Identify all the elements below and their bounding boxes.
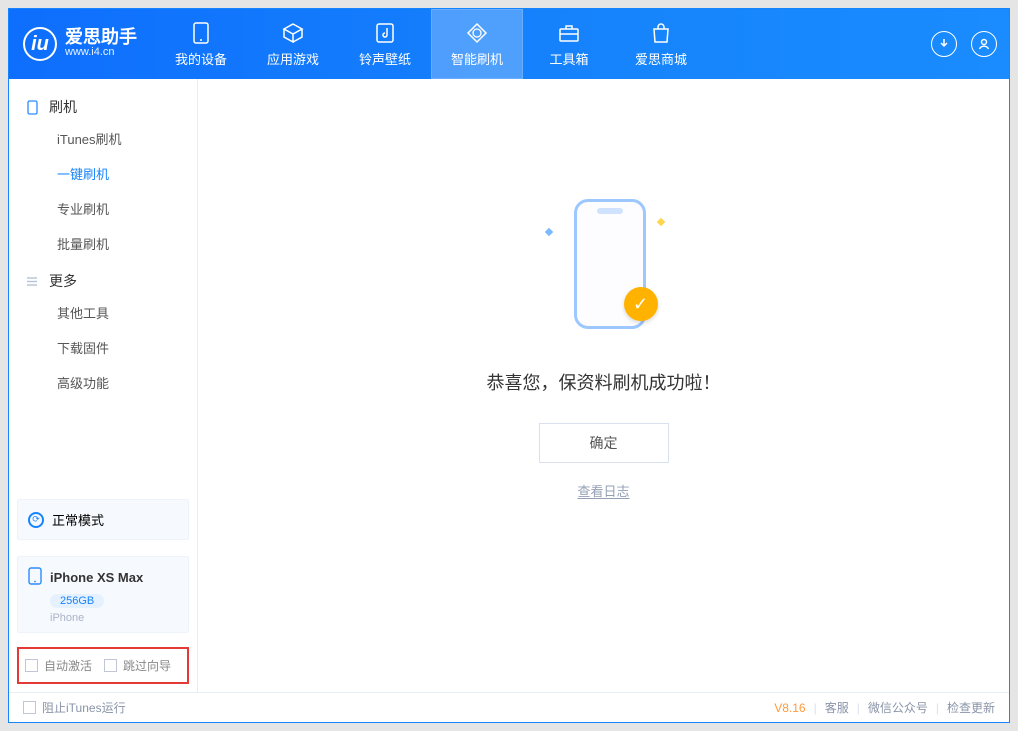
sidebar-group-more: 更多 <box>9 261 197 295</box>
tab-device[interactable]: 我的设备 <box>155 9 247 79</box>
footer: 阻止iTunes运行 V8.16 | 客服 | 微信公众号 | 检查更新 <box>9 692 1009 722</box>
download-button[interactable] <box>931 31 957 57</box>
sidebar-item-download-firmware[interactable]: 下载固件 <box>9 330 197 365</box>
list-icon <box>25 274 39 288</box>
logo[interactable]: iu 爱思助手 www.i4.cn <box>9 9 155 79</box>
cube-icon <box>281 21 305 45</box>
success-illustration: ✓ <box>544 199 664 339</box>
app-name-cn: 爱思助手 <box>65 28 137 46</box>
app-window: ✕ iu 爱思助手 www.i4.cn 我的设备 应用游戏 铃声壁纸 <box>8 8 1010 723</box>
footer-link-wechat[interactable]: 微信公众号 <box>868 699 928 716</box>
logo-icon: iu <box>23 27 57 61</box>
toolbox-icon <box>557 21 581 45</box>
checkbox-icon[interactable] <box>25 659 38 672</box>
tab-store[interactable]: 爱思商城 <box>615 9 707 79</box>
mode-icon: ⟳ <box>28 512 44 528</box>
device-icon <box>28 567 42 588</box>
tab-tools[interactable]: 工具箱 <box>523 9 615 79</box>
tab-ringtone[interactable]: 铃声壁纸 <box>339 9 431 79</box>
footer-link-update[interactable]: 检查更新 <box>947 699 995 716</box>
tab-flash[interactable]: 智能刷机 <box>431 9 523 79</box>
sidebar-item-itunes-flash[interactable]: iTunes刷机 <box>9 121 197 156</box>
device-storage-badge: 256GB <box>50 594 104 608</box>
music-icon <box>373 21 397 45</box>
sidebar-item-advanced[interactable]: 高级功能 <box>9 365 197 400</box>
checkbox-skip-guide[interactable]: 跳过向导 <box>104 657 171 674</box>
tab-apps[interactable]: 应用游戏 <box>247 9 339 79</box>
flash-options-highlight: 自动激活 跳过向导 <box>17 647 189 684</box>
sidebar: 刷机 iTunes刷机 一键刷机 专业刷机 批量刷机 更多 其他工具 下载固件 … <box>9 79 198 692</box>
block-itunes-label: 阻止iTunes运行 <box>42 699 126 716</box>
top-tabs: 我的设备 应用游戏 铃声壁纸 智能刷机 工具箱 爱思商城 <box>155 9 707 79</box>
device-name: iPhone XS Max <box>50 570 143 585</box>
sidebar-item-onekey-flash[interactable]: 一键刷机 <box>9 156 197 191</box>
checkbox-auto-activate[interactable]: 自动激活 <box>25 657 92 674</box>
check-icon: ✓ <box>624 287 658 321</box>
success-message: 恭喜您，保资料刷机成功啦！ <box>487 369 721 395</box>
footer-link-support[interactable]: 客服 <box>825 699 849 716</box>
device-type: iPhone <box>50 612 178 624</box>
main-content: ✓ 恭喜您，保资料刷机成功啦！ 确定 查看日志 <box>198 79 1009 692</box>
view-log-link[interactable]: 查看日志 <box>577 481 629 500</box>
ok-button[interactable]: 确定 <box>539 423 669 463</box>
mode-label: 正常模式 <box>52 510 104 529</box>
header-right <box>931 31 997 57</box>
version-label: V8.16 <box>774 701 805 715</box>
sidebar-group-flash: 刷机 <box>9 87 197 121</box>
header: iu 爱思助手 www.i4.cn 我的设备 应用游戏 铃声壁纸 智能刷机 <box>9 9 1009 79</box>
sidebar-item-pro-flash[interactable]: 专业刷机 <box>9 191 197 226</box>
sidebar-item-other-tools[interactable]: 其他工具 <box>9 295 197 330</box>
phone-icon <box>25 100 39 114</box>
account-button[interactable] <box>971 31 997 57</box>
mode-box[interactable]: ⟳ 正常模式 <box>17 499 189 540</box>
checkbox-icon[interactable] <box>104 659 117 672</box>
device-icon <box>189 21 213 45</box>
sync-icon <box>465 21 489 45</box>
device-box[interactable]: iPhone XS Max 256GB iPhone <box>17 556 189 633</box>
checkbox-block-itunes[interactable] <box>23 701 36 714</box>
sidebar-item-batch-flash[interactable]: 批量刷机 <box>9 226 197 261</box>
bag-icon <box>649 21 673 45</box>
app-name-en: www.i4.cn <box>65 46 137 59</box>
